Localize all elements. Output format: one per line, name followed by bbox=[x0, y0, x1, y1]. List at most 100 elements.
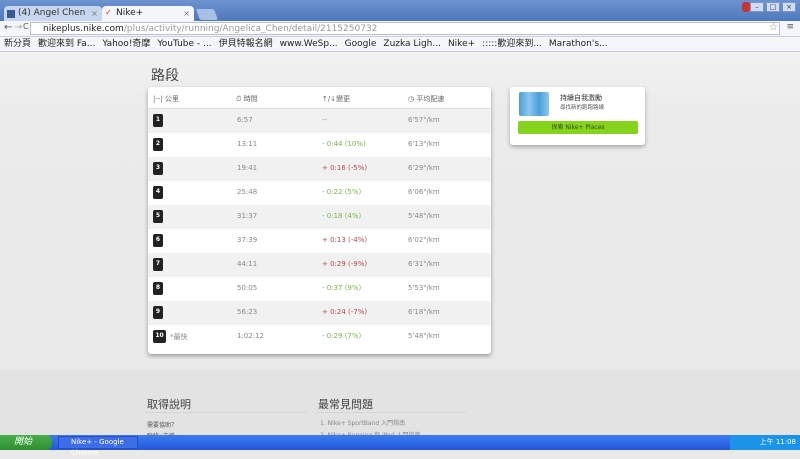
row-time: 13:11 bbox=[237, 140, 258, 148]
bookmark[interactable]: 歡迎來到 Fa... bbox=[38, 37, 95, 51]
header-time-label: 時間 bbox=[243, 95, 258, 103]
km-marker-icon: 9 bbox=[153, 306, 163, 319]
header-pace: ◷ 平均配速 bbox=[408, 95, 445, 103]
extension-icon[interactable] bbox=[742, 2, 750, 12]
splits-table: |--| 公里 ⏱ 時間 ↑/↓變更 ◷ 平均配速 1 6:57 -- 6'57"/k… bbox=[148, 87, 491, 354]
row-time: 31:37 bbox=[237, 212, 258, 220]
row-pace: 6'13"/km bbox=[408, 140, 440, 148]
row-pace: 6'31"/km bbox=[408, 260, 440, 268]
row-pace: 6'02"/km bbox=[408, 236, 440, 244]
km-marker-icon: 5 bbox=[153, 210, 163, 223]
row-time: 44:11 bbox=[237, 260, 258, 268]
row-change: + 0:16 (-5%) bbox=[322, 164, 368, 172]
km-marker-icon: 10 bbox=[153, 330, 166, 343]
header-km-label: 公里 bbox=[165, 95, 179, 103]
row-change: - 0:18 (4%) bbox=[322, 212, 362, 220]
map-icon bbox=[519, 92, 549, 116]
tab-label: Nike+ bbox=[116, 8, 144, 18]
row-pace: 6'57"/km bbox=[408, 116, 440, 124]
taskbar: 開始 Nike+ - Google Chrome 上午 11:08 bbox=[0, 435, 800, 457]
tab-facebook[interactable]: (4) Angel Chen × bbox=[4, 6, 102, 21]
table-row: 1 6:57 -- 6'57"/km bbox=[148, 109, 491, 133]
km-marker-icon: 4 bbox=[153, 186, 163, 199]
reload-icon[interactable]: C bbox=[23, 22, 29, 31]
row-pace: 6'18"/km bbox=[408, 308, 440, 316]
help-link[interactable]: 需要協助？ bbox=[147, 420, 177, 429]
table-row: 10 *最快 1:02:12 - 0:29 (7%) 5'48"/km bbox=[148, 325, 491, 349]
row-pace: 5'48"/km bbox=[408, 332, 440, 340]
bookmark[interactable]: :::::歡迎來到... bbox=[482, 37, 542, 51]
splits-title: 路段 bbox=[151, 68, 179, 84]
faq-title: 最常見問題 bbox=[318, 398, 373, 411]
system-tray: 上午 11:08 bbox=[730, 435, 800, 450]
table-row: 6 37:39 + 0:13 (-4%) 6'02"/km bbox=[148, 229, 491, 253]
minimize-button[interactable]: – bbox=[750, 2, 764, 12]
header-time: ⏱ 時間 bbox=[236, 95, 258, 103]
row-time: 25:48 bbox=[237, 188, 258, 196]
row-time: 19:41 bbox=[237, 164, 258, 172]
maximize-button[interactable]: □ bbox=[766, 2, 780, 12]
row-pace: 5'53"/km bbox=[408, 284, 440, 292]
tab-nike[interactable]: ✓ Nike+ × bbox=[102, 6, 194, 21]
tab-label: (4) Angel Chen bbox=[18, 8, 86, 18]
faq-item[interactable]: 1. Nike+ SportBand 入門指南 bbox=[320, 418, 405, 427]
close-tab-icon[interactable]: × bbox=[91, 9, 98, 18]
row-change: - 0:22 (5%) bbox=[322, 188, 362, 196]
explore-places-button[interactable]: 探索 Nike+ Places bbox=[518, 121, 638, 134]
clock: 上午 11:08 bbox=[759, 438, 796, 446]
row-change: + 0:24 (-7%) bbox=[322, 308, 368, 316]
close-tab-icon[interactable]: × bbox=[183, 9, 190, 18]
forward-icon[interactable]: → bbox=[14, 22, 22, 33]
menu-icon[interactable]: ≡ bbox=[786, 22, 794, 32]
row-time: 50:05 bbox=[237, 284, 258, 292]
bookmark[interactable]: Marathon's... bbox=[549, 37, 608, 51]
divider bbox=[318, 412, 466, 413]
header-pace-label: 平均配速 bbox=[416, 95, 445, 103]
km-marker-icon: 7 bbox=[153, 258, 163, 271]
table-row: 2 13:11 - 0:44 (10%) 6'13"/km bbox=[148, 133, 491, 157]
bookmark-star-icon[interactable]: ☆ bbox=[769, 22, 778, 33]
window-controls: – □ × bbox=[750, 2, 796, 12]
header-km: |--| 公里 bbox=[153, 95, 179, 103]
row-time: 6:57 bbox=[237, 116, 253, 124]
row-change: - 0:29 (7%) bbox=[322, 332, 362, 340]
back-icon[interactable]: ← bbox=[4, 22, 12, 33]
taskbar-item-chrome[interactable]: Nike+ - Google Chrome bbox=[58, 436, 138, 457]
row-time: 37:39 bbox=[237, 236, 258, 244]
bookmark[interactable]: YouTube - ... bbox=[157, 37, 211, 51]
new-tab-button[interactable] bbox=[195, 9, 219, 20]
bookmark[interactable]: 伊貝特報名網 bbox=[219, 37, 273, 51]
row-label: *最快 bbox=[170, 333, 188, 341]
row-change: - 0:44 (10%) bbox=[322, 140, 366, 148]
promo-title: 持續自我激勵 bbox=[560, 94, 602, 102]
url-input[interactable]: nikeplus.nike.com/plus/activity/running/… bbox=[30, 22, 780, 35]
bookmarks-bar: 新分頁 歡迎來到 Fa... Yahoo!奇摩 YouTube - ... 伊貝… bbox=[0, 37, 800, 52]
row-time: 1:02:12 bbox=[237, 332, 264, 340]
footer: 取得說明 需要協助？ 聯絡: 支援 » 最常見問題 1. Nike+ Sport… bbox=[0, 370, 800, 440]
row-change: + 0:13 (-4%) bbox=[322, 236, 368, 244]
table-row: 4 25:48 - 0:22 (5%) 6'06"/km bbox=[148, 181, 491, 205]
table-row: 3 19:41 + 0:16 (-5%) 6'29"/km bbox=[148, 157, 491, 181]
bookmark[interactable]: 新分頁 bbox=[4, 37, 31, 51]
tab-bar: (4) Angel Chen × ✓ Nike+ × – □ × bbox=[0, 0, 800, 21]
bookmark[interactable]: Google bbox=[345, 37, 377, 51]
nike-places-promo: 持續自我激勵 尋找新的跑跑路線 探索 Nike+ Places bbox=[510, 87, 645, 145]
bookmark[interactable]: Nike+ bbox=[448, 37, 475, 51]
km-marker-icon: 1 bbox=[153, 114, 163, 127]
table-row: 9 56:23 + 0:24 (-7%) 6'18"/km bbox=[148, 301, 491, 325]
bookmark[interactable]: www.WeSp... bbox=[280, 37, 338, 51]
page-content: 路段 |--| 公里 ⏱ 時間 ↑/↓變更 ◷ 平均配速 1 6:57 -- 6'57… bbox=[0, 52, 800, 440]
table-body: 1 6:57 -- 6'57"/km 2 13:11 - 0:44 (10%) 6'13"/k… bbox=[148, 109, 491, 349]
km-marker-icon: 6 bbox=[153, 234, 163, 247]
row-pace: 5'48"/km bbox=[408, 212, 440, 220]
url-path: /plus/activity/running/Angelica_Chen/det… bbox=[123, 24, 378, 34]
bookmark[interactable]: Yahoo!奇摩 bbox=[102, 37, 150, 51]
start-button[interactable]: 開始 bbox=[0, 435, 52, 450]
divider bbox=[147, 412, 307, 413]
bookmark[interactable]: Zuzka Ligh... bbox=[383, 37, 441, 51]
nike-icon: ✓ bbox=[105, 8, 112, 17]
close-window-button[interactable]: × bbox=[782, 2, 796, 12]
header-change: ↑/↓變更 bbox=[322, 95, 351, 103]
row-change: - 0:37 (9%) bbox=[322, 284, 362, 292]
km-marker-icon: 3 bbox=[153, 162, 163, 175]
